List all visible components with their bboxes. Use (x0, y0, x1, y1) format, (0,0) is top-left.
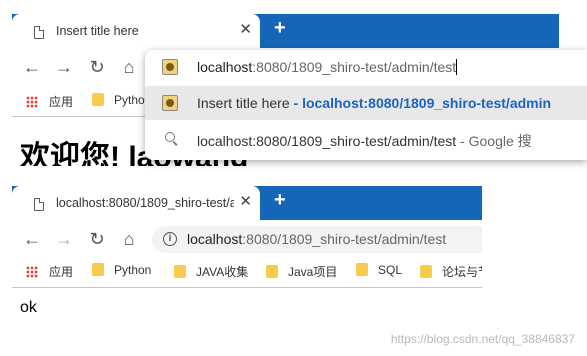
url-path: :8080/1809_shiro-test/admin/test (252, 59, 457, 75)
omnibox-dropdown: localhost:8080/1809_shiro-test/admin/tes… (145, 50, 587, 160)
bookmark-sql[interactable]: SQL (356, 263, 402, 277)
folder-icon (356, 263, 368, 276)
tab-active[interactable]: localhost:8080/1809_shiro-test/a ✕ (12, 186, 260, 220)
reload-icon[interactable]: ↻ (87, 57, 107, 77)
forward-arrow-icon[interactable]: → (54, 229, 74, 249)
page-icon (34, 198, 44, 211)
tab-title: Insert title here (56, 24, 139, 38)
bookmark-java-collection[interactable]: JAVA收集 (174, 263, 248, 280)
suggestion-separator: - (289, 95, 303, 111)
suggestion-history[interactable]: Insert title here - localhost:8080/1809_… (145, 86, 587, 120)
folder-icon (92, 93, 104, 106)
forward-arrow-icon[interactable]: → (54, 57, 74, 77)
suggestion-title: Insert title here (197, 95, 290, 111)
navigation-toolbar: ← → ↻ ⌂ i localhost:8080/1809_shiro-test… (12, 222, 482, 256)
url-host: localhost (197, 59, 253, 75)
watermark-text: https://blog.csdn.net/qq_38846837 (390, 332, 575, 346)
bookmark-forums[interactable]: 论坛与节 (420, 263, 482, 280)
new-tab-button[interactable]: + (274, 17, 286, 39)
bookmark-label: 论坛与节 (442, 265, 482, 279)
url-path: :8080/1809_shiro-test/admin/test (242, 231, 447, 247)
bookmark-label: SQL (378, 263, 403, 277)
back-arrow-icon[interactable]: ← (22, 57, 42, 77)
suggestion-search[interactable]: localhost:8080/1809_shiro-test/admin/tes… (145, 122, 587, 156)
bookmark-java-projects[interactable]: Java项目 (266, 263, 337, 280)
close-icon[interactable]: ✕ (239, 21, 252, 39)
bookmark-python[interactable]: Python (92, 263, 151, 277)
tab-strip: Insert title here ✕ + (12, 14, 559, 48)
folder-icon (92, 263, 104, 276)
toolbar-divider (12, 116, 152, 117)
page-icon (34, 26, 44, 39)
info-icon[interactable]: i (163, 232, 177, 246)
search-query: localhost:8080/1809_shiro-test/admin/tes… (197, 133, 457, 149)
bookmark-label: 应用 (49, 95, 74, 109)
url-host: localhost (187, 231, 243, 247)
reload-icon[interactable]: ↻ (87, 229, 107, 249)
omnibox-input[interactable]: localhost:8080/1809_shiro-test/admin/tes… (197, 59, 458, 75)
page-content-text: ok (20, 299, 37, 316)
bookmarks-bar: 应用 Python JAVA收集 Java项目 SQL 论坛与节 (12, 256, 482, 286)
folder-icon (174, 265, 186, 278)
tab-strip: localhost:8080/1809_shiro-test/a ✕ + (12, 186, 482, 220)
bookmark-python[interactable]: Python (92, 93, 151, 107)
search-icon (165, 132, 175, 142)
folder-icon (266, 265, 278, 278)
close-icon[interactable]: ✕ (239, 193, 252, 211)
bookmark-label: 应用 (49, 265, 74, 279)
new-tab-button[interactable]: + (274, 189, 286, 211)
back-arrow-icon[interactable]: ← (22, 229, 42, 249)
text-caret (456, 59, 458, 75)
home-icon[interactable]: ⌂ (119, 229, 139, 249)
bookmark-label: JAVA收集 (196, 265, 249, 279)
omnibox-input-row[interactable]: localhost:8080/1809_shiro-test/admin/tes… (145, 50, 587, 84)
site-favicon-icon (162, 95, 178, 111)
address-bar[interactable]: i localhost:8080/1809_shiro-test/admin/t… (152, 226, 482, 253)
site-favicon-icon (162, 59, 178, 75)
folder-icon (420, 265, 432, 278)
bookmark-apps[interactable]: 应用 (26, 263, 73, 280)
tab-active[interactable]: Insert title here ✕ (12, 14, 260, 48)
tab-title: localhost:8080/1809_shiro-test/a (56, 196, 234, 210)
bookmark-label: Python (114, 263, 152, 277)
home-icon[interactable]: ⌂ (119, 57, 139, 77)
bookmark-apps[interactable]: 应用 (26, 93, 73, 110)
search-engine-label: - Google 搜 (456, 133, 532, 149)
toolbar-divider (12, 287, 482, 288)
suggestion-url: localhost:8080/1809_shiro-test/admin (302, 95, 552, 111)
address-url[interactable]: localhost:8080/1809_shiro-test/admin/tes… (187, 231, 446, 247)
bookmark-label: Java项目 (288, 265, 338, 279)
apps-grid-icon (26, 266, 38, 278)
apps-grid-icon (26, 96, 38, 108)
